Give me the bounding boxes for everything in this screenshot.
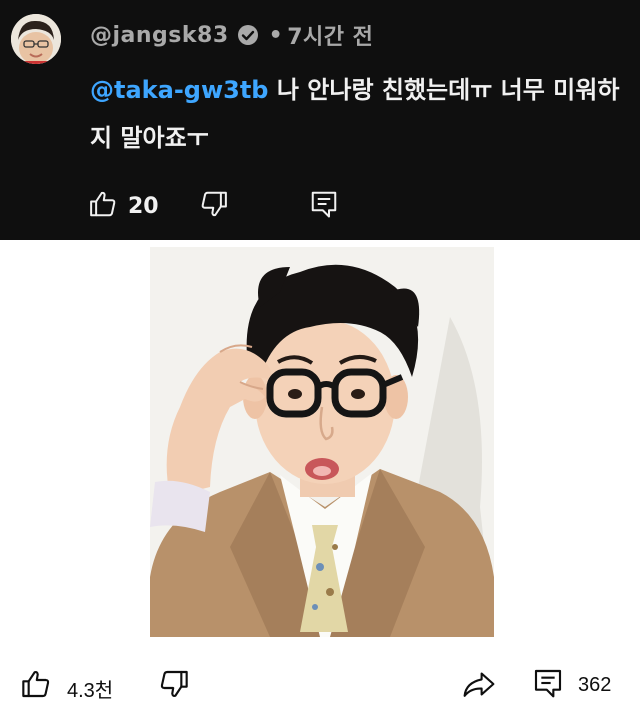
avatar[interactable] [11, 14, 61, 64]
post-like-count: 4.3천 [67, 680, 114, 702]
comment-actions: 20 [88, 186, 339, 226]
comment-like-count: 20 [128, 193, 159, 219]
post-action-bar: 4.3천 362 [0, 650, 640, 720]
comment-header: @jangsk83 • 7시간 전 [90, 18, 373, 52]
separator-dot: • [268, 22, 284, 48]
comment-author[interactable]: @jangsk83 [90, 23, 229, 48]
comment-panel: @jangsk83 • 7시간 전 @taka-gw3tb 나 안나랑 친했는데… [0, 0, 640, 240]
thumbs-up-icon[interactable] [20, 668, 52, 704]
post-image [150, 247, 494, 637]
comment-mention[interactable]: @taka-gw3tb [90, 76, 269, 104]
comment-icon[interactable] [532, 666, 564, 704]
post-comment-count: 362 [578, 674, 612, 696]
thumbs-down-icon[interactable] [158, 668, 190, 704]
verified-check-icon [237, 24, 259, 46]
thumbs-down-icon[interactable] [199, 189, 229, 223]
thumbs-up-icon[interactable] [88, 189, 118, 223]
share-icon[interactable] [462, 668, 496, 704]
comment-time: 7시간 전 [287, 25, 374, 50]
reply-icon[interactable] [309, 189, 339, 223]
comment-body: @taka-gw3tb 나 안나랑 친했는데ㅠ 너무 미워하지 말아죠ㅜ [90, 66, 630, 162]
